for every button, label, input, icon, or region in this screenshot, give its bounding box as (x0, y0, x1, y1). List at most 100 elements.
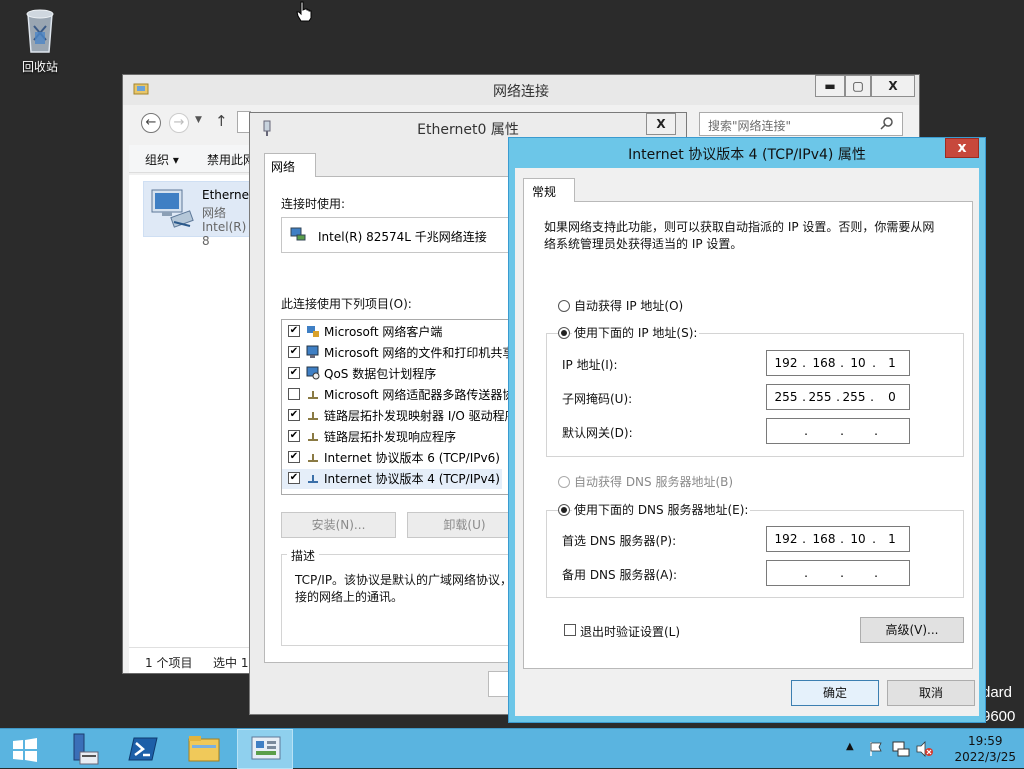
description-text-2: 接的网络上的通讯。 (295, 590, 404, 604)
forward-icon[interactable]: → (169, 113, 189, 133)
checkbox[interactable]: ✔ (288, 367, 300, 379)
component-label: Internet 协议版本 6 (TCP/IPv6) (324, 451, 500, 465)
checkbox[interactable] (288, 388, 300, 400)
protocol-icon (308, 475, 318, 483)
connection-type: 网络 (202, 206, 227, 220)
preferred-dns-field[interactable]: 192. 168. 10. 1 (766, 526, 910, 552)
ethprops-close-button[interactable]: X (646, 113, 676, 135)
file-explorer-icon (188, 736, 220, 762)
auto-dns-label[interactable]: 自动获得 DNS 服务器地址(B) (574, 473, 733, 490)
connection-name: Ethernet (202, 188, 254, 202)
mask-octet-4: 0 (888, 390, 896, 404)
manual-ip-radio[interactable] (558, 327, 570, 339)
network-connections-taskbar-button[interactable] (237, 729, 293, 769)
qos-icon (306, 366, 320, 380)
subnet-mask-label: 子网掩码(U): (562, 392, 633, 406)
selected-count: 选中 1 (213, 656, 249, 670)
protocol-icon (308, 433, 318, 441)
component-label: Internet 协议版本 4 (TCP/IPv4) (324, 472, 500, 486)
mask-octet-2: 255 (808, 390, 832, 404)
ipv4-title: Internet 协议版本 4 (TCP/IPv4) 属性 (628, 147, 866, 163)
manual-dns-radio[interactable] (558, 504, 570, 516)
validate-label[interactable]: 退出时验证设置(L) (580, 623, 680, 640)
server-manager-button[interactable] (56, 729, 112, 769)
watermark-line1: dard (982, 684, 1013, 701)
validate-checkbox[interactable] (564, 624, 576, 636)
server-manager-icon (73, 733, 99, 765)
network-adapter-icon (151, 189, 194, 228)
up-arrow-icon[interactable]: ↑ (215, 112, 228, 130)
adapter-name: Intel(R) 82574L 千兆网络连接 (318, 230, 487, 244)
manual-ip-label[interactable]: 使用下面的 IP 地址(S): (572, 324, 700, 341)
auto-ip-label[interactable]: 自动获得 IP 地址(O) (574, 297, 683, 314)
gateway-field[interactable]: ... (766, 418, 910, 444)
client-icon (307, 326, 319, 337)
ethprops-title: Ethernet0 属性 (417, 122, 519, 138)
tab-network[interactable]: 网络 (264, 153, 316, 177)
recycle-bin-icon (26, 9, 54, 53)
powershell-icon (128, 737, 158, 761)
clock-date: 2022/3/25 (954, 750, 1016, 764)
volume-muted-icon[interactable] (916, 740, 934, 758)
mask-octet-1: 255 (774, 390, 798, 404)
checkbox[interactable]: ✔ (288, 472, 300, 484)
ok-button[interactable]: 确定 (791, 680, 879, 706)
file-sharing-icon (306, 345, 319, 358)
action-center-flag-icon[interactable] (868, 741, 884, 757)
network-control-panel-icon (251, 736, 281, 760)
close-button[interactable]: X (871, 75, 915, 97)
install-button[interactable]: 安装(N)... (281, 512, 396, 538)
component-label: 链路层拓扑发现映射器 I/O 驱动程序 (324, 409, 517, 423)
organize-menu[interactable]: 组织 ▾ (145, 151, 179, 168)
advanced-button[interactable]: 高级(V)... (860, 617, 964, 643)
ethernet-connection-item[interactable]: Ethernet 网络 Intel(R) 8 (143, 181, 255, 248)
hand-cursor-icon (296, 1, 312, 22)
preferred-dns-label: 首选 DNS 服务器(P): (562, 534, 677, 548)
checkbox[interactable]: ✔ (288, 325, 300, 337)
checkbox[interactable]: ✔ (288, 451, 300, 463)
uninstall-button[interactable]: 卸载(U) (407, 512, 522, 538)
watermark-line2: 9600 (982, 708, 1016, 725)
ip-octet-2: 168 (812, 356, 836, 370)
subnet-mask-field[interactable]: 255. 255. 255. 0 (766, 384, 910, 410)
start-button[interactable] (0, 729, 56, 769)
show-hidden-icons-icon[interactable]: ▲ (846, 741, 854, 752)
checkbox[interactable]: ✔ (288, 346, 300, 358)
clock[interactable]: 19:59 2022/3/25 (954, 733, 1016, 765)
component-label: Microsoft 网络客户端 (324, 325, 443, 339)
network-tray-icon[interactable] (892, 740, 910, 758)
component-label: Microsoft 网络的文件和打印机共享 (324, 346, 515, 360)
dns-octet-1: 192 (774, 532, 798, 546)
ipv4-close-button[interactable]: x (945, 138, 979, 158)
disable-device-button[interactable]: 禁用此网 (207, 151, 255, 168)
maximize-button[interactable]: ▢ (845, 75, 871, 97)
history-dropdown-icon[interactable]: ▼ (195, 115, 202, 125)
search-icon[interactable] (880, 116, 894, 133)
explorer-titlebar[interactable]: 网络连接 ▬ ▢ X (123, 75, 919, 105)
minimize-button[interactable]: ▬ (815, 75, 845, 97)
connection-device: Intel(R) 8 (202, 220, 247, 248)
recycle-bin[interactable]: 回收站 (14, 6, 66, 75)
auto-ip-radio[interactable] (558, 300, 570, 312)
auto-dns-radio[interactable] (558, 476, 570, 488)
component-item-selected[interactable]: ✔ Internet 协议版本 4 (TCP/IPv4) (282, 469, 502, 489)
protocol-icon (308, 454, 318, 462)
ipv4-client-area: 常规 如果网络支持此功能，则可以获取自动指派的 IP 设置。否则，你需要从网 络… (515, 168, 979, 716)
intro-text-1: 如果网络支持此功能，则可以获取自动指派的 IP 设置。否则，你需要从网 (544, 220, 935, 234)
ipv4-titlebar[interactable]: Internet 协议版本 4 (TCP/IPv4) 属性 x (509, 138, 985, 168)
back-icon[interactable]: ← (141, 113, 161, 133)
checkbox[interactable]: ✔ (288, 430, 300, 442)
tab-general[interactable]: 常规 (523, 178, 575, 202)
ip-address-field[interactable]: 192. 168. 10. 1 (766, 350, 910, 376)
ip-octet-3: 10 (850, 356, 866, 370)
dns-octet-4: 1 (888, 532, 896, 546)
alternate-dns-field[interactable]: ... (766, 560, 910, 586)
manual-dns-label[interactable]: 使用下面的 DNS 服务器地址(E): (572, 501, 751, 518)
powershell-button[interactable] (116, 729, 172, 769)
file-explorer-button[interactable] (176, 729, 232, 769)
checkbox[interactable]: ✔ (288, 409, 300, 421)
connect-using-label: 连接时使用: (281, 197, 346, 211)
taskbar: ▲ 19:59 2022/3/25 (0, 728, 1024, 769)
search-input[interactable]: 搜索"网络连接" (699, 112, 903, 136)
cancel-button[interactable]: 取消 (887, 680, 975, 706)
